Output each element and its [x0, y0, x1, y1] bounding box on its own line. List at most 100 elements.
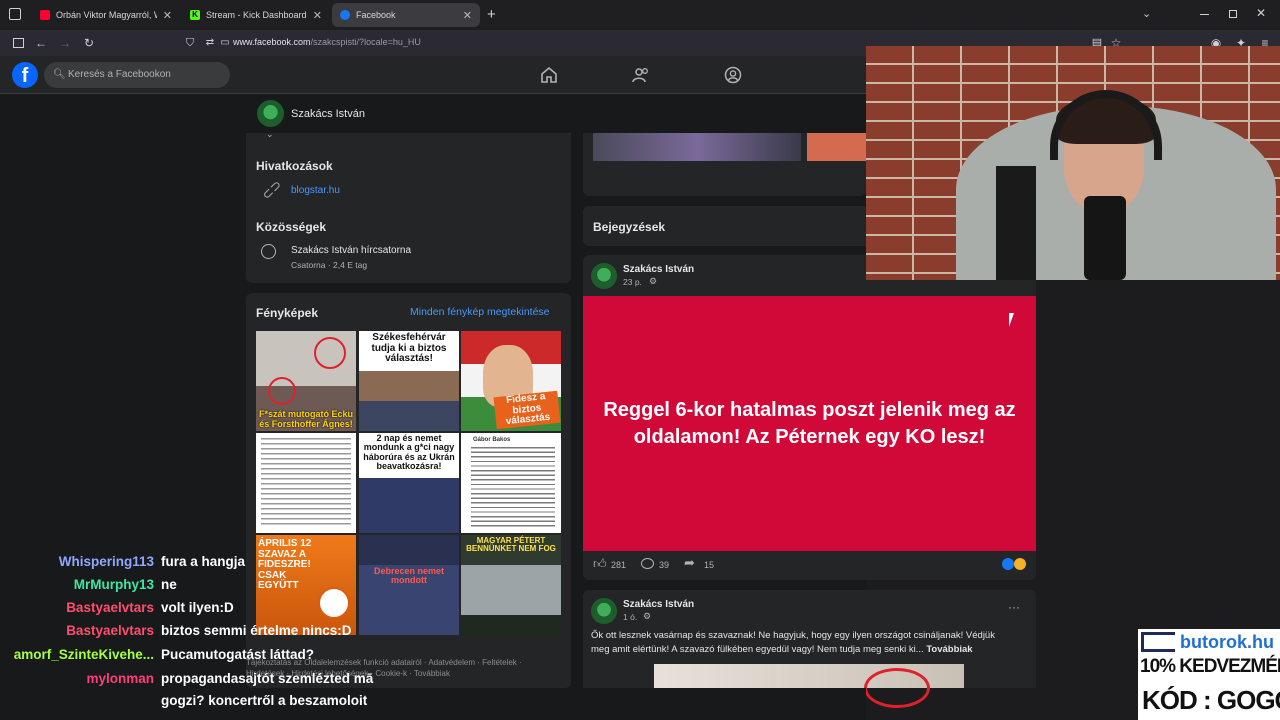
photo-tile[interactable]: F*szát mutogató Ecku és Forsthoffer Ágne… [256, 331, 356, 431]
channel-name[interactable]: Szakács István hírcsatorna [291, 245, 411, 256]
url-field[interactable]: www.facebook.com/szakcspisti/?locale=hu_… [233, 37, 421, 47]
chat-username[interactable]: Bastyaelvtars [0, 600, 154, 615]
comment-icon[interactable] [641, 558, 654, 569]
post-card: Szakács István 23 p. ⚙︎ Reggel 6-kor hat… [583, 255, 1036, 580]
search-icon: 🔍︎ [53, 69, 66, 80]
avatar[interactable] [591, 598, 617, 624]
intro-card: ⌄ Hivatkozások ⊂⊃ blogstar.hu Közösségek… [246, 129, 571, 283]
reload-icon[interactable]: ↻ [81, 35, 97, 51]
photo-caption: Fidesz a biztos választás [493, 390, 561, 429]
channel-meta: Csatorna · 2,4 E tag [291, 260, 368, 270]
tab-kick[interactable]: K Stream - Kick Dashboard ✕ [182, 3, 330, 27]
permissions-icon[interactable]: ⇄ [202, 35, 218, 51]
avatar[interactable] [257, 100, 284, 127]
chat-text: ne [161, 577, 177, 592]
sidebar-toggle-icon[interactable] [10, 35, 26, 51]
photo-text-lines [471, 447, 555, 529]
communities-heading: Közösségek [256, 220, 327, 234]
butorok-logo-icon [1141, 632, 1175, 652]
search-input[interactable]: 🔍︎ Keresés a Facebookon [44, 62, 230, 88]
chat-username[interactable]: mylonman [0, 671, 154, 686]
photo-tile[interactable]: Fidesz a biztos választás [461, 331, 561, 431]
website-link[interactable]: blogstar.hu [291, 185, 340, 196]
shield-icon[interactable]: ⛉ [182, 35, 198, 51]
post-card: Szakács István 1 ó. ⚙︎ ··· Ők ott leszne… [583, 590, 1036, 708]
tab-facebook[interactable]: Facebook ✕ [332, 3, 480, 27]
chat-message: Whispering113 fura a hangja [0, 554, 245, 569]
post-author[interactable]: Szakács István [623, 599, 694, 610]
post-time[interactable]: 1 ó. [623, 612, 637, 622]
photo-tile[interactable] [256, 433, 356, 533]
media-thumbnail[interactable] [593, 133, 801, 161]
new-tab-button[interactable]: + [487, 6, 496, 23]
restore-icon[interactable] [1229, 10, 1237, 18]
profile-name[interactable]: Szakács István [291, 108, 365, 120]
tab-list-icon[interactable] [9, 8, 21, 20]
chat-message: gogzi? koncertről a beszamoloit [0, 693, 367, 708]
media-thumbnail[interactable] [807, 133, 866, 161]
post-menu-button[interactable]: ··· [1008, 600, 1020, 614]
ad-site: butorok.hu [1180, 632, 1274, 652]
ad-line1: 10% KEDVEZMÉNY [1140, 656, 1280, 677]
chat-username[interactable]: amorf_SzinteKivehe... [0, 647, 154, 662]
post-image[interactable] [654, 664, 964, 708]
close-tab-icon[interactable]: ✕ [463, 9, 472, 22]
page-icon[interactable]: ▭ [217, 35, 233, 51]
previous-media-card [583, 133, 866, 196]
search-placeholder: Keresés a Facebookon [68, 69, 171, 80]
tab-title: Orbán Viktor Magyarról, Wäber [56, 10, 157, 20]
kick-icon: K [190, 10, 200, 20]
photo-tile[interactable]: Debrecen nemet mondott [359, 535, 459, 635]
share-icon[interactable]: ➦ [684, 555, 695, 571]
photos-heading: Fényképek [256, 306, 319, 320]
groups-icon[interactable] [724, 66, 742, 84]
post-image[interactable]: Reggel 6-kor hatalmas poszt jelenik meg … [583, 296, 1036, 551]
chair [996, 166, 1036, 280]
photo-author: Gábor Bakos [473, 437, 511, 443]
link-icon: ⊂⊃ [258, 176, 285, 203]
see-more-link[interactable]: Továbbiak [926, 644, 972, 655]
chat-text: biztos semmi értelme nincs:D [161, 623, 352, 638]
photo-tile[interactable]: Gábor Bakos [461, 433, 561, 533]
minimize-icon[interactable] [1200, 14, 1209, 15]
chevron-down-icon[interactable]: ⌄ [1142, 7, 1151, 20]
photo-highlight-circle [268, 377, 296, 405]
chat-username[interactable]: Whispering113 [0, 554, 154, 569]
photo-text-lines [261, 438, 351, 528]
post-text: Ők ott lesznek vasárnap és szavaznak! Ne… [591, 629, 1016, 657]
see-all-photos-link[interactable]: Minden fénykép megtekintése [410, 306, 550, 318]
photo-tile[interactable]: 2 nap és nemet mondunk a g*ci nagy hábor… [359, 433, 459, 533]
chat-username[interactable]: Bastyaelvtars [0, 623, 154, 638]
like-count: 281 [611, 560, 627, 570]
chat-text: Pucamutogatást láttad? [161, 647, 315, 662]
avatar[interactable] [591, 263, 617, 289]
posts-heading: Bejegyzések [593, 220, 666, 234]
close-tab-icon[interactable]: ✕ [163, 9, 172, 22]
chat-message: Bastyaelvtars volt ilyen:D [0, 600, 234, 615]
photo-highlight-circle [314, 337, 346, 369]
post-time[interactable]: 23 p. [623, 277, 642, 287]
tab-youtube[interactable]: Orbán Viktor Magyarról, Wäber ✕ [32, 3, 180, 27]
globe-icon: ⚙︎ [643, 611, 652, 621]
like-icon[interactable]: 👍︎ [593, 556, 607, 572]
globe-icon: ⚙︎ [649, 276, 658, 286]
friends-icon[interactable] [632, 66, 650, 84]
chat-username[interactable]: MrMurphy13 [0, 577, 154, 592]
post-author[interactable]: Szakács István [623, 264, 694, 275]
close-tab-icon[interactable]: ✕ [313, 9, 322, 22]
facebook-logo[interactable]: f [12, 62, 38, 88]
photo-tile[interactable]: MAGYAR PÉTERT BENNÜNKET NEM FOG [461, 535, 561, 635]
chevron-down-icon: ⌄ [266, 129, 274, 139]
back-icon[interactable]: ← [33, 35, 49, 51]
photo-tile[interactable]: ÁPRILIS 12 SZAVAZ A FIDESZRE! CSAK EGYÜT… [256, 535, 356, 635]
chat-message: Bastyaelvtars biztos semmi értelme nincs:… [0, 623, 352, 638]
photo-tile[interactable]: Székesfehérvár tudja ki a biztos választ… [359, 331, 459, 431]
close-window-icon[interactable]: ✕ [1256, 6, 1266, 20]
highlight-circle [864, 668, 930, 708]
microphone [1084, 196, 1126, 280]
posts-header-card: Bejegyzések [583, 206, 866, 246]
home-icon[interactable] [540, 66, 558, 84]
photo-caption: Debrecen nemet mondott [373, 566, 445, 586]
forward-icon[interactable]: → [57, 35, 73, 51]
sponsor-ad: butorok.hu 10% KEDVEZMÉNY KÓD : GOGGER [1138, 629, 1280, 720]
